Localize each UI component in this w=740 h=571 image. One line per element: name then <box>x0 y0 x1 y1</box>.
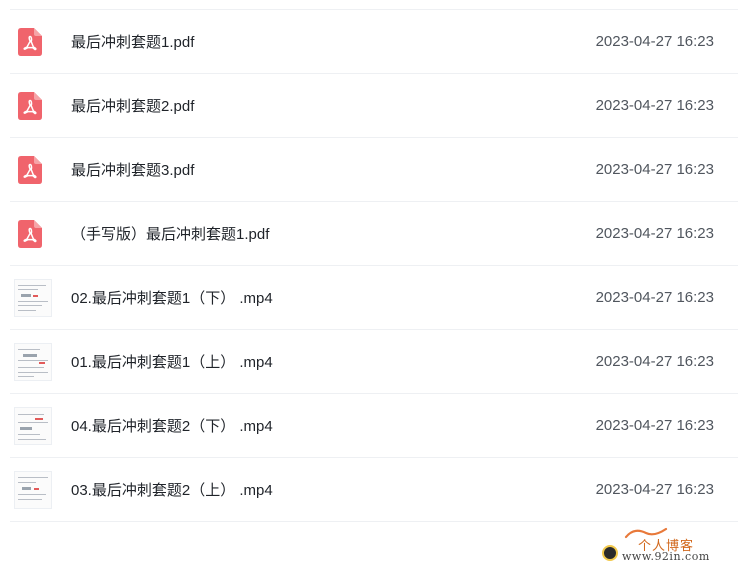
file-modified-date: 2023-04-27 16:23 <box>595 289 714 306</box>
file-name[interactable]: 02.最后冲刺套题1（下） .mp4 <box>71 287 273 308</box>
file-name[interactable]: 01.最后冲刺套题1（上） .mp4 <box>71 351 273 372</box>
file-list: 最后冲刺套题1.pdf 2023-04-27 16:23 最后冲刺套题2.pdf… <box>10 9 738 522</box>
file-row[interactable]: 01.最后冲刺套题1（上） .mp4 2023-04-27 16:23 <box>10 330 738 394</box>
file-thumbnail <box>14 214 52 254</box>
file-modified-date: 2023-04-27 16:23 <box>595 417 714 434</box>
pdf-file-icon <box>18 27 42 56</box>
file-row[interactable]: （手写版）最后冲刺套题1.pdf 2023-04-27 16:23 <box>10 202 738 266</box>
video-thumbnail <box>14 470 52 509</box>
video-thumbnail <box>14 406 52 445</box>
file-thumbnail <box>14 150 52 190</box>
file-thumbnail <box>14 278 52 318</box>
file-row[interactable]: 03.最后冲刺套题2（上） .mp4 2023-04-27 16:23 <box>10 458 738 522</box>
file-name[interactable]: 最后冲刺套题2.pdf <box>71 95 194 116</box>
file-modified-date: 2023-04-27 16:23 <box>595 353 714 370</box>
file-thumbnail <box>14 22 52 62</box>
file-thumbnail <box>14 470 52 510</box>
file-name[interactable]: （手写版）最后冲刺套题1.pdf <box>71 223 269 244</box>
file-row[interactable]: 最后冲刺套题2.pdf 2023-04-27 16:23 <box>10 74 738 138</box>
file-modified-date: 2023-04-27 16:23 <box>595 161 714 178</box>
file-modified-date: 2023-04-27 16:23 <box>595 97 714 114</box>
avatar-icon <box>602 545 618 561</box>
file-name[interactable]: 03.最后冲刺套题2（上） .mp4 <box>71 479 273 500</box>
file-modified-date: 2023-04-27 16:23 <box>595 225 714 242</box>
video-thumbnail <box>14 278 52 317</box>
file-name[interactable]: 最后冲刺套题3.pdf <box>71 159 194 180</box>
video-thumbnail <box>14 342 52 381</box>
file-thumbnail <box>14 406 52 446</box>
file-thumbnail <box>14 86 52 126</box>
file-modified-date: 2023-04-27 16:23 <box>595 33 714 50</box>
pdf-file-icon <box>18 155 42 184</box>
file-row[interactable]: 04.最后冲刺套题2（下） .mp4 2023-04-27 16:23 <box>10 394 738 458</box>
file-row[interactable]: 02.最后冲刺套题1（下） .mp4 2023-04-27 16:23 <box>10 266 738 330</box>
pdf-file-icon <box>18 219 42 248</box>
file-thumbnail <box>14 342 52 382</box>
file-row[interactable]: 最后冲刺套题3.pdf 2023-04-27 16:23 <box>10 138 738 202</box>
watermark-url: www.92in.com <box>622 550 710 563</box>
blog-watermark: 个人博客 www.92in.com <box>602 527 726 565</box>
file-row[interactable]: 最后冲刺套题1.pdf 2023-04-27 16:23 <box>10 10 738 74</box>
file-name[interactable]: 最后冲刺套题1.pdf <box>71 31 194 52</box>
file-name[interactable]: 04.最后冲刺套题2（下） .mp4 <box>71 415 273 436</box>
pdf-file-icon <box>18 91 42 120</box>
file-modified-date: 2023-04-27 16:23 <box>595 481 714 498</box>
